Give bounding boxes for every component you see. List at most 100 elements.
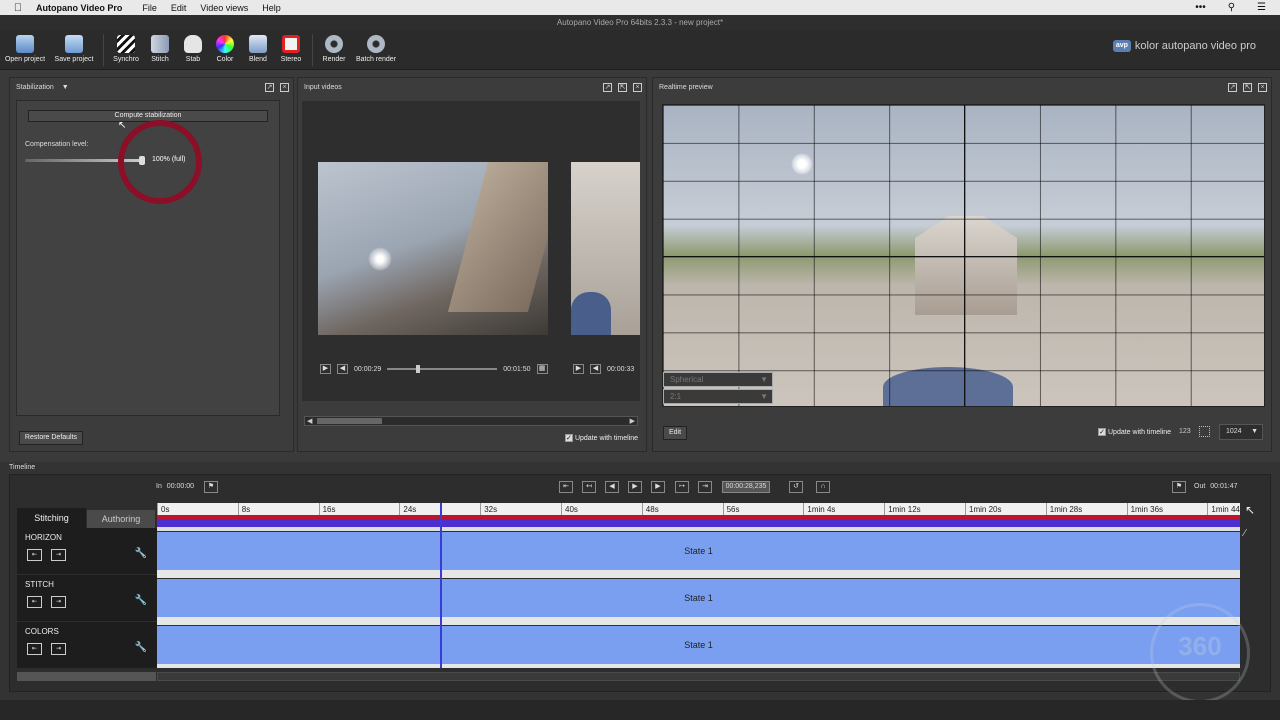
projection-select[interactable]: Spherical ▼: [663, 372, 773, 387]
play-icon[interactable]: ▶: [628, 481, 642, 493]
track-stitch-state[interactable]: State 1: [157, 579, 1240, 617]
list-icon[interactable]: ☰: [1257, 2, 1266, 13]
search-icon[interactable]: ⚲: [1228, 2, 1235, 13]
video1-time: 00:00:29: [354, 365, 382, 373]
goto-out-icon[interactable]: ↦: [675, 481, 689, 493]
close-icon[interactable]: ×: [633, 83, 642, 92]
popout-icon[interactable]: ↗: [603, 83, 612, 92]
zoom-tool-icon[interactable]: ∕: [1244, 528, 1246, 539]
center-line: [964, 105, 965, 406]
step-back-icon[interactable]: ◀: [605, 481, 619, 493]
playhead[interactable]: [440, 503, 442, 668]
play-icon[interactable]: ▶: [320, 364, 331, 374]
menu-file[interactable]: File: [142, 3, 157, 13]
blend-button[interactable]: Blend: [244, 33, 272, 67]
stitch-icon: [151, 35, 169, 53]
stitch-button[interactable]: Stitch: [146, 33, 174, 67]
key-next-icon[interactable]: ⇥: [51, 549, 66, 561]
edit-button[interactable]: Edit: [663, 426, 687, 440]
track-name: HORIZON: [25, 533, 62, 542]
chevron-down-icon: ▼: [1251, 428, 1258, 435]
brand-text: kolor autopano video pro: [1134, 40, 1256, 52]
key-next-icon[interactable]: ⇥: [51, 596, 66, 608]
scrollbar-thumb[interactable]: [317, 418, 382, 424]
timebar-blue: [157, 519, 1240, 527]
close-icon[interactable]: ×: [280, 83, 289, 92]
checkbox-icon[interactable]: ✓: [1098, 428, 1106, 436]
set-out-flag-icon[interactable]: ⚑: [1172, 481, 1186, 493]
checkbox-icon[interactable]: ✓: [564, 434, 573, 442]
loop-icon[interactable]: ↺: [789, 481, 803, 493]
scroll-right-icon[interactable]: ▶: [630, 417, 635, 425]
compute-stabilization-button[interactable]: Compute stabilization: [28, 110, 268, 122]
set-in-flag-icon[interactable]: ⚑: [204, 481, 218, 493]
menu-edit[interactable]: Edit: [171, 3, 187, 13]
goto-start-icon[interactable]: ⇤: [559, 481, 573, 493]
menu-help[interactable]: Help: [262, 3, 281, 13]
menu-video-views[interactable]: Video views: [200, 3, 248, 13]
input-videos-scrollbar[interactable]: ◀ ▶: [304, 416, 638, 426]
close-icon[interactable]: ×: [1258, 83, 1267, 92]
wrench-icon[interactable]: 🔧: [135, 595, 147, 606]
key-prev-icon[interactable]: ⇤: [27, 596, 42, 608]
input-video-1[interactable]: [318, 162, 548, 335]
gear-icon: [325, 35, 343, 53]
brand: avp kolor autopano video pro: [1112, 40, 1256, 52]
popout-icon[interactable]: ↗: [1228, 83, 1237, 92]
popout-icon[interactable]: ↗: [265, 83, 274, 92]
key-prev-icon[interactable]: ⇤: [27, 549, 42, 561]
video2-time: 00:00:33: [607, 365, 635, 373]
grid-icon[interactable]: [1199, 426, 1210, 437]
input-video-2[interactable]: [571, 162, 640, 335]
volume-icon[interactable]: ◀: [590, 364, 601, 374]
track-colors-state[interactable]: State 1: [157, 626, 1240, 664]
open-project-button[interactable]: Open project: [3, 33, 47, 67]
key-next-icon[interactable]: ⇥: [51, 643, 66, 655]
goto-in-icon[interactable]: ↤: [582, 481, 596, 493]
restore-defaults-button[interactable]: Restore Defaults: [19, 431, 83, 445]
update-timeline-checkbox[interactable]: ✓ Update with timeline: [1098, 428, 1171, 436]
panorama-preview[interactable]: [662, 104, 1265, 407]
panel-title: Input videos: [304, 84, 342, 91]
stabilization-panel: Stabilization ▼ ↗ × Compute stabilizatio…: [9, 77, 294, 452]
step-forward-icon[interactable]: ▶: [651, 481, 665, 493]
current-time-field[interactable]: 00:00:28,235: [722, 481, 770, 493]
app-menu[interactable]: Autopano Video Pro: [36, 3, 122, 13]
timeline-scrollbar[interactable]: [17, 672, 156, 681]
key-prev-icon[interactable]: ⇤: [27, 643, 42, 655]
scroll-left-icon[interactable]: ◀: [307, 417, 312, 425]
cursor-icon: ↖: [118, 120, 127, 131]
batch-render-button[interactable]: Batch render: [353, 33, 399, 67]
tab-authoring[interactable]: Authoring: [87, 510, 155, 528]
play-icon[interactable]: ▶: [573, 364, 584, 374]
maximize-icon[interactable]: ⇱: [1243, 83, 1252, 92]
compensation-label: Compensation level:: [25, 141, 89, 148]
fullscreen-icon[interactable]: ▦: [536, 364, 548, 374]
track-horizon-state[interactable]: State 1: [157, 532, 1240, 570]
goto-end-icon[interactable]: ⇥: [698, 481, 712, 493]
timeline-title: Timeline: [9, 464, 36, 471]
maximize-icon[interactable]: ⇱: [618, 83, 627, 92]
color-button[interactable]: Color: [212, 33, 238, 67]
volume-icon[interactable]: ◀: [337, 364, 348, 374]
pointer-tool-icon[interactable]: ↖: [1245, 503, 1255, 517]
render-button[interactable]: Render: [318, 33, 350, 67]
realtime-preview-panel: Realtime preview ↗ ⇱ × Spherical ▼ 2:1 ▼ E…: [652, 77, 1272, 452]
stab-button[interactable]: Stab: [180, 33, 206, 67]
save-project-button[interactable]: Save project: [52, 33, 96, 67]
video1-scrubber[interactable]: [387, 365, 498, 373]
tab-stitching[interactable]: Stitching: [17, 508, 86, 528]
dropdown-arrow-icon[interactable]: ▼: [62, 84, 69, 91]
ratio-select[interactable]: 2:1 ▼: [663, 389, 773, 404]
scrubber-handle[interactable]: [415, 365, 420, 373]
color-wheel-icon: [216, 35, 234, 53]
wrench-icon[interactable]: 🔧: [135, 548, 147, 559]
magnet-icon[interactable]: ∩: [816, 481, 830, 493]
resolution-select[interactable]: 1024 ▼: [1219, 424, 1263, 440]
synchro-button[interactable]: Synchro: [110, 33, 142, 67]
more-icon[interactable]: •••: [1195, 2, 1206, 13]
apple-icon[interactable]: : [0, 2, 36, 14]
update-timeline-checkbox[interactable]: ✓ Update with timeline: [564, 434, 638, 442]
stereo-button[interactable]: Stereo: [277, 33, 305, 67]
wrench-icon[interactable]: 🔧: [135, 642, 147, 653]
